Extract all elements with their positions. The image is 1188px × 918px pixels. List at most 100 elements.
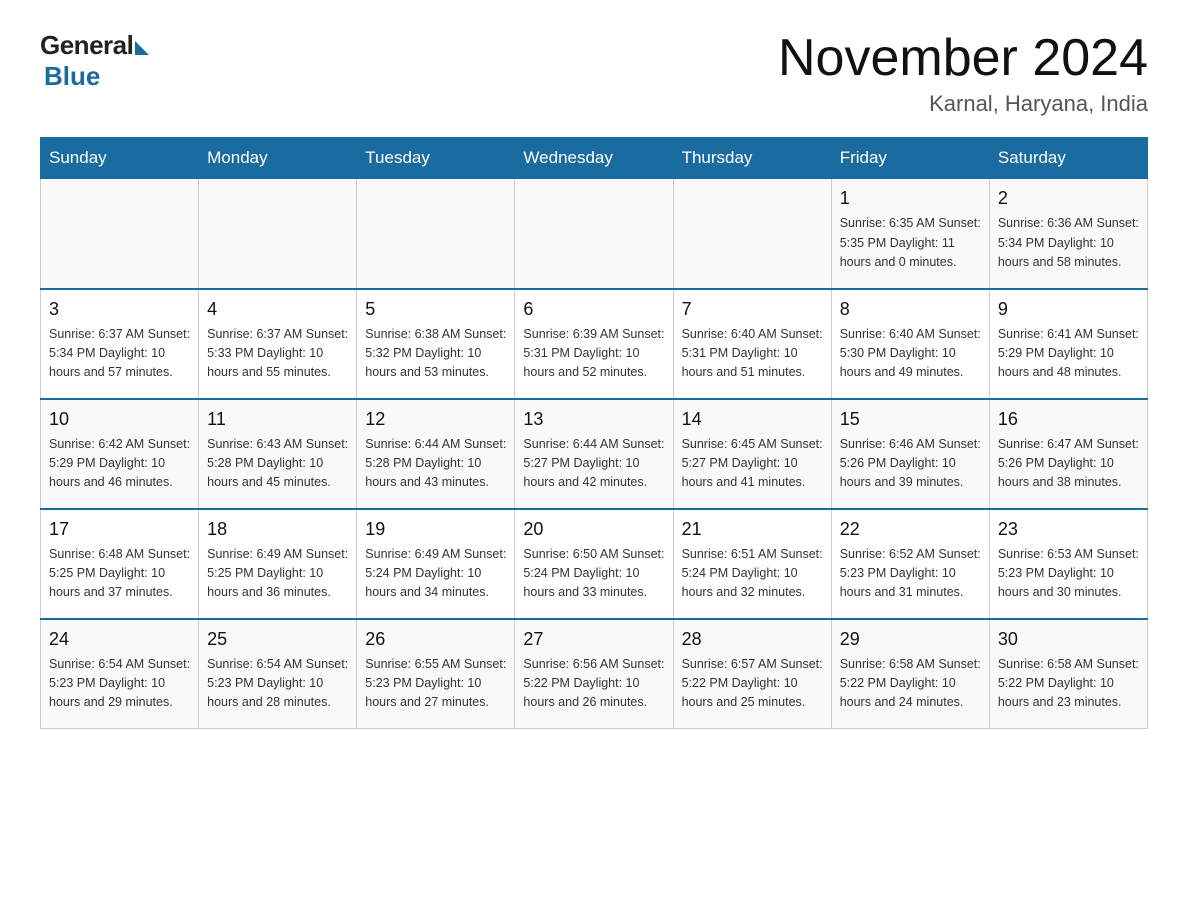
logo: General Blue	[40, 30, 149, 92]
day-info: Sunrise: 6:39 AM Sunset: 5:31 PM Dayligh…	[523, 325, 664, 383]
day-info: Sunrise: 6:55 AM Sunset: 5:23 PM Dayligh…	[365, 655, 506, 713]
day-number: 1	[840, 185, 981, 212]
day-info: Sunrise: 6:46 AM Sunset: 5:26 PM Dayligh…	[840, 435, 981, 493]
day-info: Sunrise: 6:52 AM Sunset: 5:23 PM Dayligh…	[840, 545, 981, 603]
calendar-week-row: 17Sunrise: 6:48 AM Sunset: 5:25 PM Dayli…	[41, 509, 1148, 619]
day-info: Sunrise: 6:54 AM Sunset: 5:23 PM Dayligh…	[49, 655, 190, 713]
day-number: 24	[49, 626, 190, 653]
title-section: November 2024 Karnal, Haryana, India	[778, 30, 1148, 117]
day-info: Sunrise: 6:42 AM Sunset: 5:29 PM Dayligh…	[49, 435, 190, 493]
weekday-header-row: Sunday Monday Tuesday Wednesday Thursday…	[41, 138, 1148, 179]
day-number: 28	[682, 626, 823, 653]
calendar-day-cell: 21Sunrise: 6:51 AM Sunset: 5:24 PM Dayli…	[673, 509, 831, 619]
day-number: 23	[998, 516, 1139, 543]
day-number: 30	[998, 626, 1139, 653]
calendar-day-cell	[199, 179, 357, 289]
calendar-day-cell: 24Sunrise: 6:54 AM Sunset: 5:23 PM Dayli…	[41, 619, 199, 729]
logo-triangle-icon	[135, 41, 149, 55]
day-number: 8	[840, 296, 981, 323]
day-number: 19	[365, 516, 506, 543]
calendar-day-cell: 19Sunrise: 6:49 AM Sunset: 5:24 PM Dayli…	[357, 509, 515, 619]
calendar-day-cell: 18Sunrise: 6:49 AM Sunset: 5:25 PM Dayli…	[199, 509, 357, 619]
calendar-day-cell	[357, 179, 515, 289]
calendar-day-cell: 15Sunrise: 6:46 AM Sunset: 5:26 PM Dayli…	[831, 399, 989, 509]
calendar-day-cell: 29Sunrise: 6:58 AM Sunset: 5:22 PM Dayli…	[831, 619, 989, 729]
header: General Blue November 2024 Karnal, Harya…	[40, 30, 1148, 117]
calendar-day-cell: 8Sunrise: 6:40 AM Sunset: 5:30 PM Daylig…	[831, 289, 989, 399]
calendar-day-cell: 16Sunrise: 6:47 AM Sunset: 5:26 PM Dayli…	[989, 399, 1147, 509]
calendar-day-cell	[41, 179, 199, 289]
day-number: 10	[49, 406, 190, 433]
header-monday: Monday	[199, 138, 357, 179]
logo-general-text: General	[40, 30, 133, 61]
day-info: Sunrise: 6:48 AM Sunset: 5:25 PM Dayligh…	[49, 545, 190, 603]
day-info: Sunrise: 6:50 AM Sunset: 5:24 PM Dayligh…	[523, 545, 664, 603]
day-number: 15	[840, 406, 981, 433]
day-info: Sunrise: 6:49 AM Sunset: 5:24 PM Dayligh…	[365, 545, 506, 603]
day-info: Sunrise: 6:54 AM Sunset: 5:23 PM Dayligh…	[207, 655, 348, 713]
calendar-day-cell: 27Sunrise: 6:56 AM Sunset: 5:22 PM Dayli…	[515, 619, 673, 729]
header-wednesday: Wednesday	[515, 138, 673, 179]
day-info: Sunrise: 6:41 AM Sunset: 5:29 PM Dayligh…	[998, 325, 1139, 383]
day-info: Sunrise: 6:36 AM Sunset: 5:34 PM Dayligh…	[998, 214, 1139, 272]
calendar-day-cell: 23Sunrise: 6:53 AM Sunset: 5:23 PM Dayli…	[989, 509, 1147, 619]
calendar-day-cell: 9Sunrise: 6:41 AM Sunset: 5:29 PM Daylig…	[989, 289, 1147, 399]
day-info: Sunrise: 6:58 AM Sunset: 5:22 PM Dayligh…	[840, 655, 981, 713]
day-number: 17	[49, 516, 190, 543]
day-number: 20	[523, 516, 664, 543]
calendar-day-cell: 20Sunrise: 6:50 AM Sunset: 5:24 PM Dayli…	[515, 509, 673, 619]
calendar-day-cell: 17Sunrise: 6:48 AM Sunset: 5:25 PM Dayli…	[41, 509, 199, 619]
calendar-week-row: 3Sunrise: 6:37 AM Sunset: 5:34 PM Daylig…	[41, 289, 1148, 399]
calendar-day-cell: 26Sunrise: 6:55 AM Sunset: 5:23 PM Dayli…	[357, 619, 515, 729]
day-number: 14	[682, 406, 823, 433]
day-number: 22	[840, 516, 981, 543]
day-number: 9	[998, 296, 1139, 323]
day-number: 18	[207, 516, 348, 543]
calendar-day-cell: 2Sunrise: 6:36 AM Sunset: 5:34 PM Daylig…	[989, 179, 1147, 289]
day-info: Sunrise: 6:57 AM Sunset: 5:22 PM Dayligh…	[682, 655, 823, 713]
calendar-day-cell: 30Sunrise: 6:58 AM Sunset: 5:22 PM Dayli…	[989, 619, 1147, 729]
day-info: Sunrise: 6:37 AM Sunset: 5:34 PM Dayligh…	[49, 325, 190, 383]
calendar-day-cell: 7Sunrise: 6:40 AM Sunset: 5:31 PM Daylig…	[673, 289, 831, 399]
day-number: 16	[998, 406, 1139, 433]
day-info: Sunrise: 6:35 AM Sunset: 5:35 PM Dayligh…	[840, 214, 981, 272]
header-sunday: Sunday	[41, 138, 199, 179]
day-info: Sunrise: 6:56 AM Sunset: 5:22 PM Dayligh…	[523, 655, 664, 713]
day-number: 5	[365, 296, 506, 323]
day-number: 7	[682, 296, 823, 323]
calendar-day-cell	[673, 179, 831, 289]
day-info: Sunrise: 6:44 AM Sunset: 5:27 PM Dayligh…	[523, 435, 664, 493]
day-info: Sunrise: 6:58 AM Sunset: 5:22 PM Dayligh…	[998, 655, 1139, 713]
day-number: 12	[365, 406, 506, 433]
day-number: 3	[49, 296, 190, 323]
day-number: 25	[207, 626, 348, 653]
calendar-week-row: 10Sunrise: 6:42 AM Sunset: 5:29 PM Dayli…	[41, 399, 1148, 509]
day-number: 29	[840, 626, 981, 653]
calendar-day-cell: 1Sunrise: 6:35 AM Sunset: 5:35 PM Daylig…	[831, 179, 989, 289]
calendar-day-cell: 25Sunrise: 6:54 AM Sunset: 5:23 PM Dayli…	[199, 619, 357, 729]
calendar-day-cell: 13Sunrise: 6:44 AM Sunset: 5:27 PM Dayli…	[515, 399, 673, 509]
calendar-day-cell: 4Sunrise: 6:37 AM Sunset: 5:33 PM Daylig…	[199, 289, 357, 399]
day-number: 6	[523, 296, 664, 323]
calendar-week-row: 1Sunrise: 6:35 AM Sunset: 5:35 PM Daylig…	[41, 179, 1148, 289]
calendar-day-cell: 5Sunrise: 6:38 AM Sunset: 5:32 PM Daylig…	[357, 289, 515, 399]
day-info: Sunrise: 6:37 AM Sunset: 5:33 PM Dayligh…	[207, 325, 348, 383]
calendar-title: November 2024	[778, 30, 1148, 87]
day-info: Sunrise: 6:49 AM Sunset: 5:25 PM Dayligh…	[207, 545, 348, 603]
header-thursday: Thursday	[673, 138, 831, 179]
header-saturday: Saturday	[989, 138, 1147, 179]
calendar-subtitle: Karnal, Haryana, India	[778, 91, 1148, 117]
day-info: Sunrise: 6:43 AM Sunset: 5:28 PM Dayligh…	[207, 435, 348, 493]
header-tuesday: Tuesday	[357, 138, 515, 179]
day-info: Sunrise: 6:51 AM Sunset: 5:24 PM Dayligh…	[682, 545, 823, 603]
calendar-table: Sunday Monday Tuesday Wednesday Thursday…	[40, 137, 1148, 729]
day-info: Sunrise: 6:53 AM Sunset: 5:23 PM Dayligh…	[998, 545, 1139, 603]
calendar-day-cell: 28Sunrise: 6:57 AM Sunset: 5:22 PM Dayli…	[673, 619, 831, 729]
calendar-day-cell: 10Sunrise: 6:42 AM Sunset: 5:29 PM Dayli…	[41, 399, 199, 509]
calendar-day-cell: 11Sunrise: 6:43 AM Sunset: 5:28 PM Dayli…	[199, 399, 357, 509]
day-info: Sunrise: 6:44 AM Sunset: 5:28 PM Dayligh…	[365, 435, 506, 493]
day-info: Sunrise: 6:47 AM Sunset: 5:26 PM Dayligh…	[998, 435, 1139, 493]
day-number: 2	[998, 185, 1139, 212]
day-info: Sunrise: 6:40 AM Sunset: 5:30 PM Dayligh…	[840, 325, 981, 383]
calendar-day-cell: 3Sunrise: 6:37 AM Sunset: 5:34 PM Daylig…	[41, 289, 199, 399]
